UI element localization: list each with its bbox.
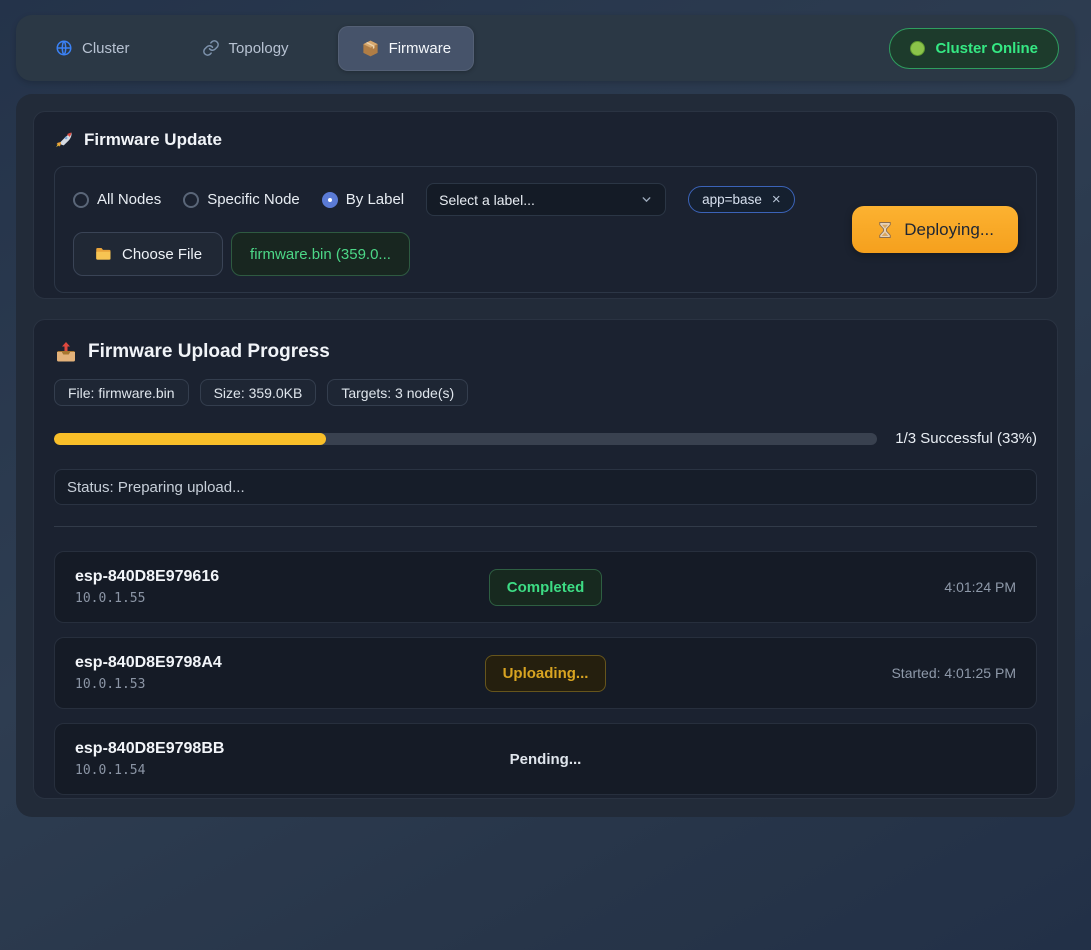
file-name-badge: File: firmware.bin [54,379,189,406]
node-status-badge: Pending... [510,751,582,768]
hourglass-icon [876,221,894,239]
deploy-button-label: Deploying... [904,220,994,240]
tab-firmware[interactable]: Firmware [338,26,475,71]
firmware-update-title-text: Firmware Update [84,130,222,150]
label-select[interactable]: Select a label... [426,183,666,216]
radio-by-label[interactable]: By Label [322,191,404,208]
file-size-badge: Size: 359.0KB [200,379,317,406]
choose-file-button[interactable]: Choose File [73,232,223,276]
cluster-status-badge[interactable]: Cluster Online [889,28,1059,69]
link-icon [202,39,220,57]
update-config-panel: All Nodes Specific Node By Label Select … [54,166,1037,293]
radio-label: By Label [346,191,404,208]
choose-file-label: Choose File [122,246,202,263]
online-dot-icon [910,41,925,56]
node-row: esp-840D8E979616 10.0.1.55 Completed 4:0… [54,551,1037,623]
file-row: Choose File firmware.bin (359.0... [73,232,832,276]
outbox-tray-icon [54,340,78,364]
node-time: 4:01:24 PM [602,579,1016,595]
target-mode-row: All Nodes Specific Node By Label Select … [73,183,832,216]
globe-icon [55,39,73,57]
radio-circle[interactable] [73,192,89,208]
section-divider [54,526,1037,527]
label-select-value: Select a label... [439,192,535,208]
targets-badge: Targets: 3 node(s) [327,379,468,406]
node-time: Started: 4:01:25 PM [606,665,1016,681]
folder-icon [94,245,112,263]
upload-progress-title: Firmware Upload Progress [54,340,1037,364]
node-ip: 10.0.1.54 [75,763,510,778]
status-message-box: Status: Preparing upload... [54,469,1037,505]
tab-label: Cluster [82,40,130,57]
radio-all-nodes[interactable]: All Nodes [73,191,161,208]
node-ip: 10.0.1.53 [75,677,485,692]
node-status-badge: Uploading... [485,655,607,692]
firmware-update-title: Firmware Update [54,130,1037,150]
chevron-down-icon [640,193,653,206]
node-row: esp-840D8E9798A4 10.0.1.53 Uploading... … [54,637,1037,709]
node-name: esp-840D8E9798BB [75,740,510,758]
upload-progress-title-text: Firmware Upload Progress [88,341,330,363]
node-status-badge: Completed [489,569,603,606]
radio-label: Specific Node [207,191,300,208]
progress-bar-track [54,433,877,445]
deploy-button[interactable]: Deploying... [852,206,1018,253]
radio-label: All Nodes [97,191,161,208]
radio-circle[interactable] [183,192,199,208]
node-name: esp-840D8E9798A4 [75,654,485,672]
radio-circle[interactable] [322,192,338,208]
progress-label: 1/3 Successful (33%) [895,430,1037,447]
top-nav-bar: Cluster Topology Firmware Clu [16,15,1075,81]
tab-label: Firmware [389,40,452,57]
upload-progress-card: Firmware Upload Progress File: firmware.… [33,319,1058,799]
tab-cluster[interactable]: Cluster [32,26,153,70]
upload-meta-badges: File: firmware.bin Size: 359.0KB Targets… [54,379,1037,406]
cluster-status-label: Cluster Online [935,40,1038,57]
remove-tag-icon[interactable]: × [772,191,781,208]
node-ip: 10.0.1.55 [75,591,489,606]
radio-specific-node[interactable]: Specific Node [183,191,300,208]
status-message-text: Status: Preparing upload... [67,479,245,496]
package-icon [361,39,380,58]
progress-bar-row: 1/3 Successful (33%) [54,430,1037,447]
rocket-icon [54,130,74,150]
selected-file-chip: firmware.bin (359.0... [231,232,410,276]
node-row: esp-840D8E9798BB 10.0.1.54 Pending... [54,723,1037,795]
label-tag: app=base × [688,186,794,213]
node-name: esp-840D8E979616 [75,568,489,586]
selected-file-label: firmware.bin (359.0... [250,246,391,263]
nav-tabs: Cluster Topology Firmware [32,26,474,71]
tab-topology[interactable]: Topology [179,26,312,70]
firmware-update-card: Firmware Update All Nodes Specific Node … [33,111,1058,299]
tab-label: Topology [229,40,289,57]
main-content: Firmware Update All Nodes Specific Node … [16,94,1075,817]
label-tag-text: app=base [702,192,762,207]
progress-fill [54,433,326,445]
